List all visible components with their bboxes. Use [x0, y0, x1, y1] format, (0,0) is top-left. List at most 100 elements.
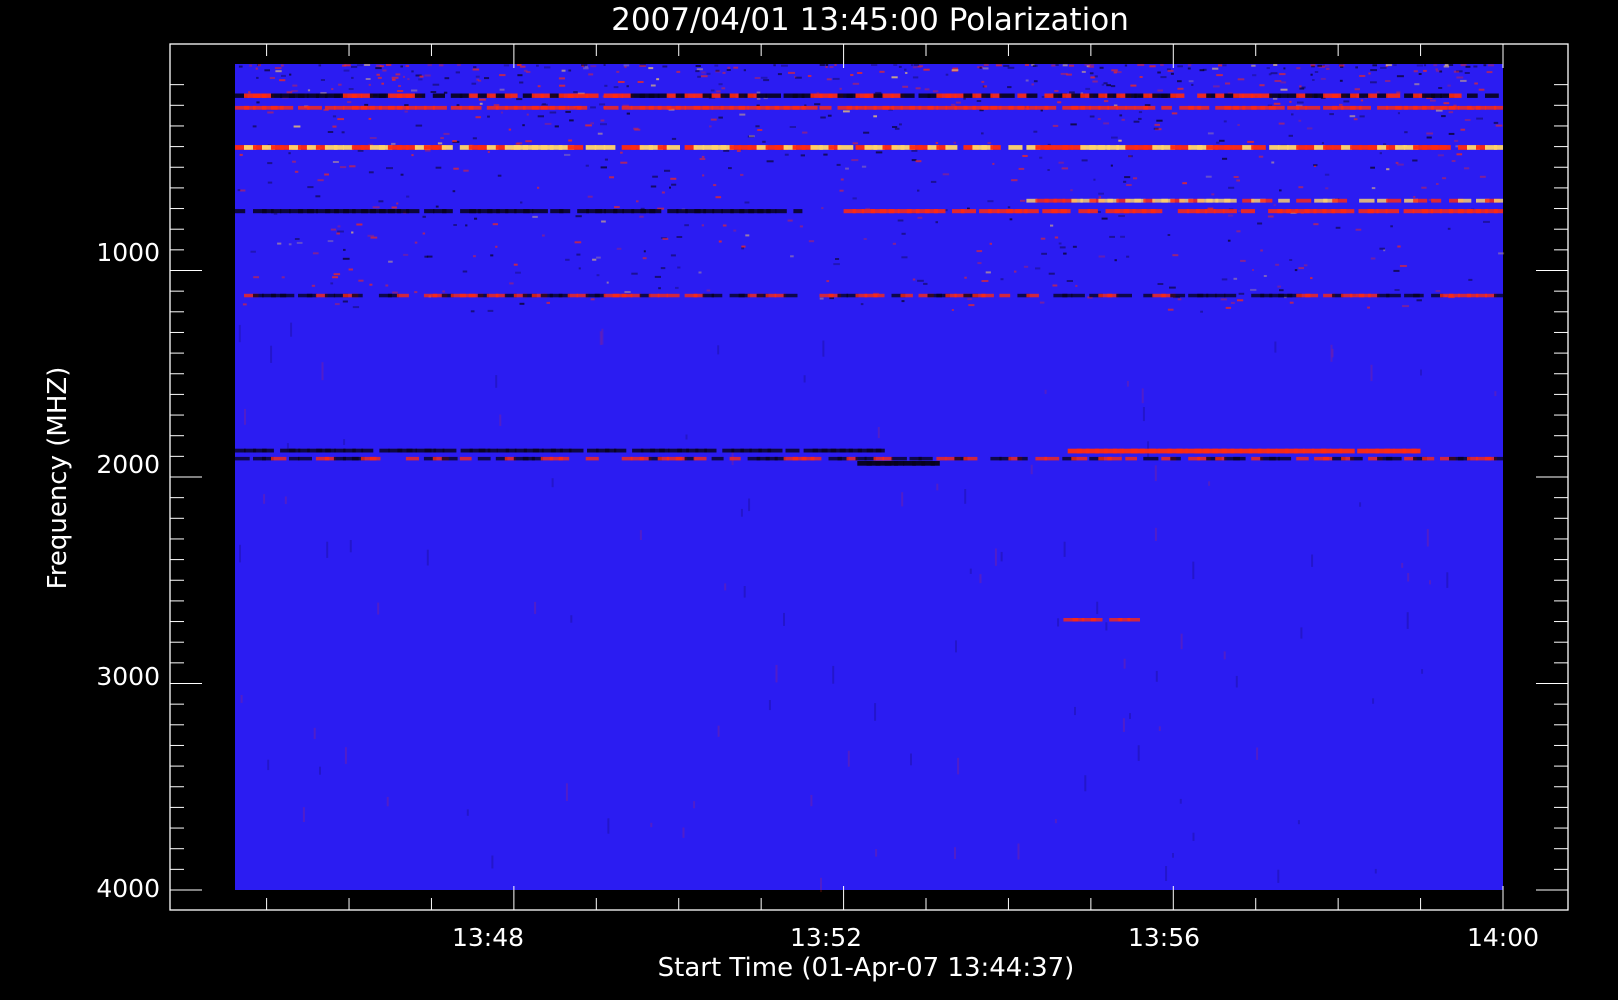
- noise-speck: [1187, 67, 1191, 70]
- noise-speck: [1081, 70, 1086, 73]
- feature-mark: [1071, 293, 1085, 298]
- noise-streak: [717, 725, 720, 737]
- noise-speck: [834, 64, 837, 66]
- feature-mark: [424, 209, 435, 214]
- noise-speck: [670, 254, 676, 257]
- noise-speck: [404, 104, 409, 107]
- noise-streak: [344, 747, 347, 764]
- noise-speck: [508, 128, 512, 131]
- noise-speck: [662, 65, 668, 68]
- noise-speck: [1289, 259, 1293, 261]
- noise-speck: [1310, 64, 1316, 67]
- noise-speck: [493, 104, 500, 107]
- noise-speck: [669, 186, 671, 189]
- noise-speck: [915, 87, 921, 90]
- noise-speck: [596, 256, 601, 259]
- noise-speck: [1460, 79, 1467, 82]
- noise-speck: [337, 230, 344, 233]
- noise-speck: [405, 64, 410, 67]
- noise-speck: [1385, 80, 1391, 82]
- noise-speck: [1098, 192, 1104, 195]
- noise-speck: [1325, 187, 1329, 190]
- noise-speck: [917, 216, 923, 219]
- noise-speck: [542, 234, 545, 237]
- noise-speck: [745, 234, 750, 237]
- noise-speck: [590, 122, 594, 125]
- noise-speck: [1289, 100, 1292, 103]
- noise-streak: [239, 544, 241, 563]
- feature-mark: [585, 93, 599, 98]
- noise-speck: [1430, 99, 1436, 102]
- noise-streak: [1180, 633, 1183, 650]
- noise-speck: [1233, 277, 1238, 280]
- feature-mark: [981, 293, 994, 298]
- noise-speck: [626, 112, 630, 115]
- noise-streak: [1063, 541, 1066, 557]
- noise-speck: [1493, 121, 1499, 124]
- noise-speck: [1202, 68, 1207, 71]
- noise-speck: [639, 65, 647, 67]
- feature-mark: [1197, 105, 1210, 110]
- noise-speck: [414, 291, 418, 294]
- feature-mark: [432, 105, 447, 110]
- feature-mark: [666, 145, 680, 150]
- noise-speck: [415, 124, 423, 127]
- noise-speck: [1329, 113, 1334, 116]
- noise-speck: [656, 78, 660, 81]
- noise-speck: [472, 137, 477, 140]
- feature-mark: [532, 209, 548, 214]
- noise-speck: [923, 282, 928, 285]
- noise-speck: [829, 66, 834, 68]
- noise-speck: [1349, 115, 1356, 118]
- noise-streak: [1420, 369, 1422, 376]
- noise-speck: [463, 169, 469, 172]
- noise-streak: [955, 640, 957, 653]
- noise-speck: [709, 125, 712, 128]
- noise-speck: [1098, 196, 1101, 199]
- noise-speck: [590, 65, 597, 68]
- noise-speck: [1479, 175, 1486, 178]
- noise-speck: [620, 151, 623, 154]
- noise-speck: [1022, 155, 1028, 157]
- noise-speck: [901, 256, 908, 259]
- noise-speck: [281, 74, 286, 77]
- noise-speck: [1274, 80, 1282, 82]
- noise-speck: [1092, 80, 1098, 83]
- noise-speck: [1273, 64, 1278, 66]
- noise-speck: [585, 164, 589, 167]
- noise-speck: [499, 88, 505, 91]
- feature-mark: [930, 461, 940, 466]
- feature-mark: [766, 209, 777, 214]
- noise-speck: [479, 102, 483, 105]
- noise-speck: [1271, 161, 1275, 164]
- noise-speck: [1380, 66, 1387, 69]
- feature-mark: [333, 145, 344, 150]
- noise-speck: [1124, 64, 1128, 67]
- noise-speck: [723, 149, 730, 152]
- feature-mark: [1161, 105, 1172, 110]
- noise-speck: [418, 78, 423, 81]
- feature-mark: [999, 93, 1015, 98]
- noise-speck: [1393, 269, 1400, 272]
- feature-mark: [1062, 293, 1073, 298]
- noise-speck: [1460, 64, 1467, 67]
- noise-speck: [1160, 64, 1164, 66]
- noise-speck: [592, 258, 597, 261]
- noise-speck: [755, 125, 760, 128]
- feature-mark: [603, 105, 619, 110]
- feature-mark: [1143, 456, 1159, 461]
- noise-streak: [1137, 745, 1140, 761]
- noise-streak: [810, 794, 813, 807]
- noise-speck: [718, 116, 723, 119]
- feature-mark: [459, 93, 471, 98]
- noise-speck: [1106, 84, 1111, 87]
- noise-speck: [490, 254, 494, 257]
- noise-speck: [873, 115, 877, 118]
- feature-mark: [900, 293, 913, 298]
- noise-speck: [525, 140, 532, 143]
- noise-speck: [897, 219, 904, 222]
- noise-speck: [267, 162, 273, 165]
- y-tick-label: 4000: [96, 874, 160, 903]
- noise-speck: [777, 73, 782, 76]
- noise-speck: [790, 255, 794, 258]
